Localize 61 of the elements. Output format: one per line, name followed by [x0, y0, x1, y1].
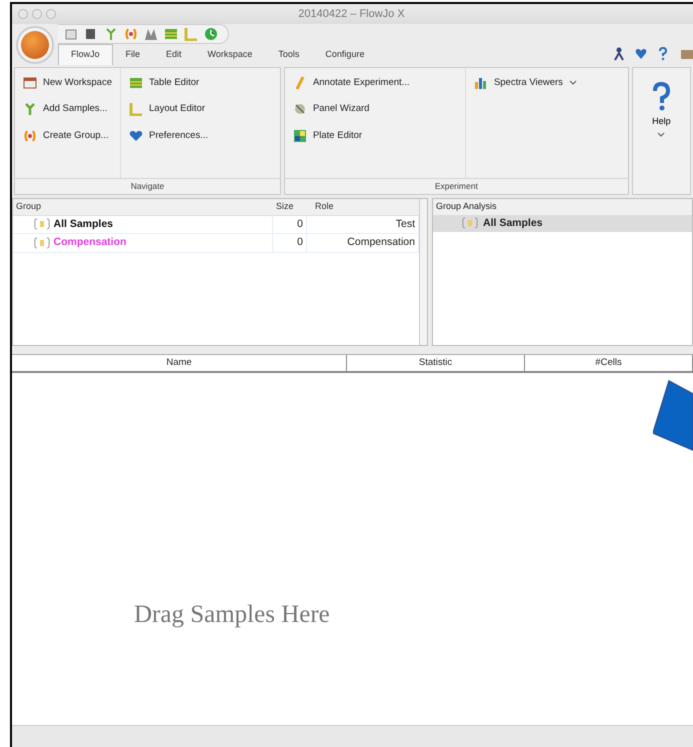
tree-row[interactable]: All Samples	[433, 214, 692, 232]
group-icon	[33, 237, 51, 250]
document-icon[interactable]	[64, 27, 78, 41]
stack-icon[interactable]	[84, 27, 98, 41]
ribbon-button[interactable]: Spectra Viewers	[474, 76, 577, 90]
ribbon-button[interactable]: Preferences...	[129, 128, 208, 143]
ribbon-tab[interactable]: Tools	[265, 44, 312, 64]
sample-icon	[23, 102, 37, 116]
chart-icon	[474, 76, 488, 90]
table-icon	[129, 76, 143, 90]
ribbon-button[interactable]: New Workspace	[23, 76, 112, 90]
ribbon-tab[interactable]: Edit	[153, 44, 195, 64]
plate-icon	[292, 128, 307, 143]
pencil-icon	[292, 76, 307, 90]
column-header[interactable]: Name	[12, 355, 347, 372]
ribbon-button[interactable]: Create Group...	[23, 128, 112, 143]
folder-icon[interactable]	[679, 47, 693, 62]
ribbon-button[interactable]: Layout Editor	[129, 102, 208, 116]
table-icon[interactable]	[164, 27, 178, 41]
drop-hint: Drag Samples Here	[134, 600, 330, 630]
scrollbar[interactable]	[419, 199, 427, 345]
group-name[interactable]: Compensation	[54, 235, 126, 251]
heart-icon	[129, 128, 143, 143]
layout-icon[interactable]	[184, 27, 198, 41]
column-header[interactable]: Size	[273, 199, 307, 214]
panel-header: Group Analysis	[433, 199, 692, 214]
app-menu-button[interactable]	[16, 26, 54, 64]
ribbon-tab[interactable]: Configure	[312, 44, 378, 64]
window-icon	[23, 76, 37, 90]
sample-icon[interactable]	[104, 27, 118, 41]
caret-icon	[568, 80, 577, 86]
wizard-icon	[292, 102, 307, 116]
column-header[interactable]: Role	[307, 199, 419, 214]
help-icon	[651, 82, 672, 112]
table-cell: 0	[273, 234, 307, 252]
layout-icon	[129, 102, 143, 116]
ribbon-button[interactable]: Table Editor	[129, 76, 208, 90]
group-icon	[461, 217, 479, 230]
caret-icon	[657, 132, 666, 138]
table-cell: 0	[273, 216, 307, 234]
column-header[interactable]: Group	[13, 199, 273, 214]
column-header[interactable]: Statistic	[347, 355, 525, 372]
group-name[interactable]: All Samples	[54, 216, 114, 232]
peaks-icon[interactable]	[144, 27, 158, 41]
help-button[interactable]: Help	[632, 67, 691, 195]
group-icon[interactable]	[124, 27, 138, 41]
group-label: Navigate	[15, 178, 280, 194]
ribbon-button[interactable]: Panel Wizard	[292, 102, 457, 116]
ribbon-tab[interactable]: FlowJo	[58, 44, 113, 64]
group-icon	[33, 218, 51, 230]
ribbon-tab[interactable]: File	[112, 44, 154, 64]
ribbon-button[interactable]: Add Samples...	[23, 102, 112, 116]
ribbon-button[interactable]: Plate Editor	[292, 128, 457, 143]
column-header[interactable]: #Cells	[525, 355, 693, 372]
group-icon	[23, 128, 37, 143]
window-title: 20140422 – FlowJo X	[297, 6, 406, 22]
ribbon-tab[interactable]: Workspace	[194, 44, 266, 64]
heart-icon[interactable]	[635, 47, 649, 62]
clock-icon[interactable]	[204, 27, 218, 41]
group-label: Experiment	[284, 178, 628, 194]
ribbon-button[interactable]: Annotate Experiment...	[292, 76, 457, 90]
